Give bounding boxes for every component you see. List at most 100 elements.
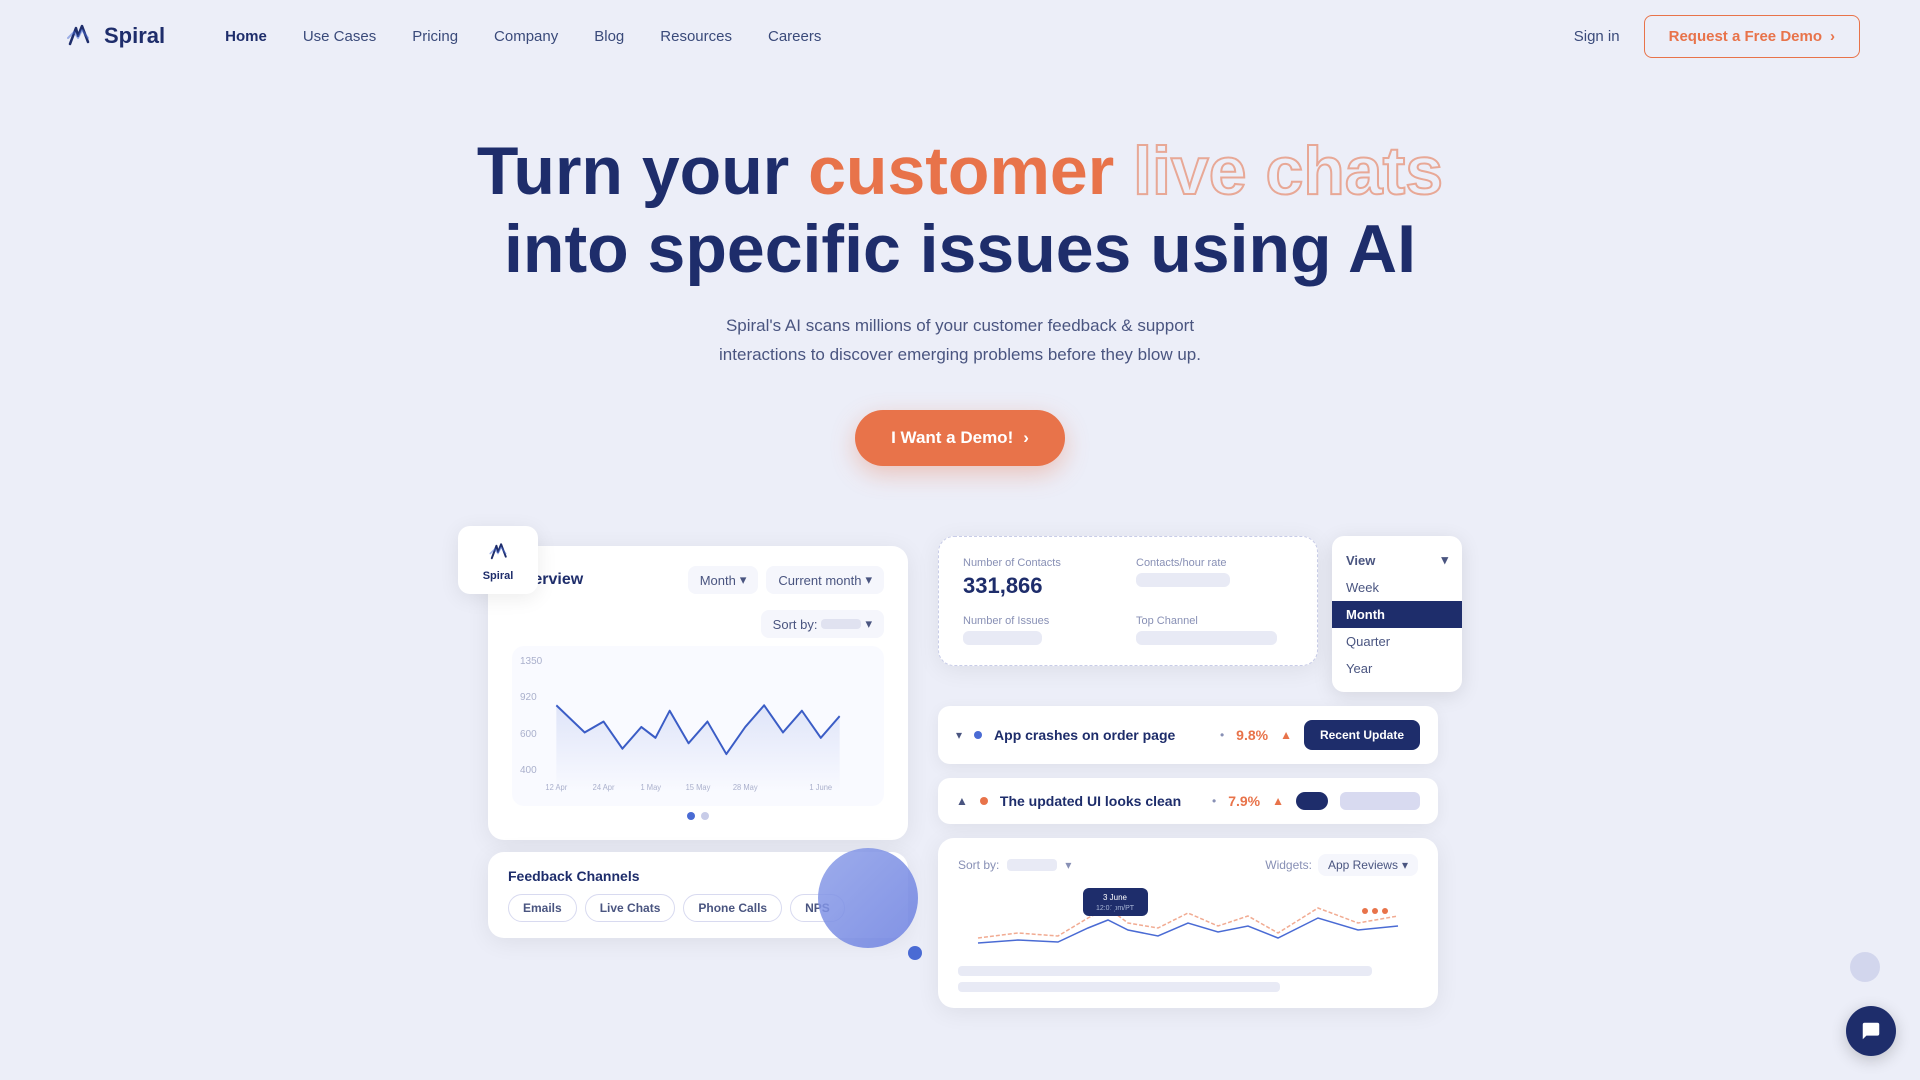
issue-arrow-icon-2: ▲ [1272, 794, 1284, 808]
svg-text:12 Apr: 12 Apr [545, 783, 567, 793]
issue-name-1: App crashes on order page [994, 727, 1208, 743]
chart-yaxis: 1350 920 600 400 [520, 656, 542, 776]
nav-home[interactable]: Home [225, 28, 267, 45]
issue-name-2: The updated UI looks clean [1000, 793, 1200, 809]
issues-placeholder [963, 631, 1042, 645]
chart-dots-nav [512, 812, 884, 820]
dot-nav-2[interactable] [701, 812, 709, 820]
dot-cluster [1362, 908, 1388, 914]
spiral-badge-text: Spiral [483, 570, 514, 582]
dot-sm-2 [1372, 908, 1378, 914]
chat-bubble-icon [1860, 1020, 1882, 1042]
issue-toggle[interactable] [1296, 792, 1328, 810]
hero-live-chats-word: live chats [1133, 133, 1443, 209]
top-channel-stat: Top Channel [1136, 615, 1293, 645]
sign-in-link[interactable]: Sign in [1574, 28, 1620, 45]
svg-text:1 June: 1 June [809, 783, 832, 793]
hero-title: Turn your customer live chats into speci… [20, 132, 1900, 288]
issue-pct-1: 9.8% [1236, 727, 1268, 743]
svg-text:1 May: 1 May [640, 783, 661, 793]
tag-live-chats[interactable]: Live Chats [585, 894, 676, 922]
widgets-row: Widgets: App Reviews ▾ [1265, 854, 1418, 876]
hour-rate-stat: Contacts/hour rate [1136, 557, 1293, 599]
nav-careers[interactable]: Careers [768, 28, 821, 45]
view-option-month[interactable]: Month [1332, 601, 1462, 628]
overview-header: Overview Month ▾ Current month ▾ [512, 566, 884, 594]
current-month-button[interactable]: Current month ▾ [766, 566, 884, 594]
circle-decoration [818, 848, 918, 948]
nav-blog[interactable]: Blog [594, 28, 624, 45]
chevron-down-icon-view: ▾ [1441, 552, 1448, 568]
skeleton-line-2 [958, 982, 1280, 992]
issue-pct-2: 7.9% [1228, 793, 1260, 809]
issue-separator-2: • [1212, 794, 1216, 808]
spiral-badge-icon [484, 538, 512, 566]
hero-section: Turn your customer live chats into speci… [0, 72, 1920, 506]
sort-by-button[interactable]: Sort by: ▾ [761, 610, 884, 638]
request-demo-button[interactable]: Request a Free Demo › [1644, 15, 1860, 58]
issue-arrow-icon-1: ▲ [1280, 728, 1292, 742]
issue-row-2: ▲ The updated UI looks clean • 7.9% ▲ [938, 778, 1438, 824]
overview-card: Overview Month ▾ Current month ▾ Sort by… [488, 546, 908, 840]
logo-icon [60, 18, 96, 54]
dot-nav-1[interactable] [687, 812, 695, 820]
dot-sm-3 [1382, 908, 1388, 914]
top-channel-label: Top Channel [1136, 615, 1293, 627]
nav-pricing[interactable]: Pricing [412, 28, 458, 45]
nav-use-cases[interactable]: Use Cases [303, 28, 376, 45]
cta-button[interactable]: I Want a Demo! › [855, 410, 1065, 466]
line-chart: 12 Apr 24 Apr 1 May 15 May 28 May 1 June [528, 662, 868, 792]
issue-chevron-2[interactable]: ▲ [956, 794, 968, 808]
hour-rate-placeholder [1136, 573, 1230, 587]
navbar: Spiral Home Use Cases Pricing Company Bl… [0, 0, 1920, 72]
chevron-down-icon: ▾ [740, 572, 747, 588]
issues-label: Number of Issues [963, 615, 1120, 627]
arrow-right-icon: › [1830, 28, 1835, 45]
issue-row-1: ▾ App crashes on order page • 9.8% ▲ Rec… [938, 706, 1438, 764]
widgets-label: Widgets: [1265, 858, 1312, 872]
tag-phone-calls[interactable]: Phone Calls [683, 894, 782, 922]
hero-customer-word: customer [808, 133, 1114, 209]
contacts-label: Number of Contacts [963, 557, 1120, 569]
left-panel: Spiral Overview Month ▾ Current month ▾ [458, 526, 908, 1008]
chevron-down-icon-widgets: ▾ [1402, 858, 1408, 872]
dot-sm-1 [1362, 908, 1368, 914]
view-option-year[interactable]: Year [1332, 655, 1462, 682]
issue-dot-2 [980, 797, 988, 805]
chevron-down-icon-detail: ▾ [1065, 858, 1071, 872]
svg-text:3 June: 3 June [1103, 893, 1128, 902]
tag-emails[interactable]: Emails [508, 894, 577, 922]
recent-update-button[interactable]: Recent Update [1304, 720, 1420, 750]
nav-company[interactable]: Company [494, 28, 558, 45]
month-button[interactable]: Month ▾ [688, 566, 759, 594]
sort-by-row: Sort by: ▾ [512, 610, 884, 638]
detail-header: Sort by: ▾ Widgets: App Reviews ▾ [958, 854, 1418, 876]
chat-bubble-button[interactable] [1846, 1006, 1896, 1056]
spiral-badge-card: Spiral [458, 526, 538, 594]
svg-text:15 May: 15 May [686, 783, 712, 793]
logo-link[interactable]: Spiral [60, 18, 165, 54]
issue-dot-1 [974, 731, 982, 739]
logo-text: Spiral [104, 23, 165, 49]
issue-bar [1340, 792, 1420, 810]
detail-sort: Sort by: ▾ [958, 858, 1071, 872]
sort-placeholder [821, 619, 861, 629]
stats-card: Number of Contacts 331,866 Contacts/hour… [938, 536, 1318, 666]
stats-grid: Number of Contacts 331,866 Contacts/hour… [963, 557, 1293, 645]
svg-text:24 Apr: 24 Apr [593, 783, 615, 793]
view-option-quarter[interactable]: Quarter [1332, 628, 1462, 655]
dot-decoration [908, 946, 922, 960]
svg-text:28 May: 28 May [733, 783, 759, 793]
chart-container: 1350 920 600 400 12 Apr [512, 646, 884, 806]
nav-resources[interactable]: Resources [660, 28, 732, 45]
issues-stat: Number of Issues [963, 615, 1120, 645]
hour-rate-label: Contacts/hour rate [1136, 557, 1293, 569]
right-panel: Number of Contacts 331,866 Contacts/hour… [938, 536, 1462, 1008]
issue-chevron-1[interactable]: ▾ [956, 728, 962, 742]
skeleton-lines [958, 966, 1418, 992]
chevron-down-icon-2: ▾ [865, 572, 872, 588]
view-option-week[interactable]: Week [1332, 574, 1462, 601]
contacts-value: 331,866 [963, 573, 1120, 599]
issue-separator-1: • [1220, 728, 1224, 742]
app-reviews-pill[interactable]: App Reviews ▾ [1318, 854, 1418, 876]
